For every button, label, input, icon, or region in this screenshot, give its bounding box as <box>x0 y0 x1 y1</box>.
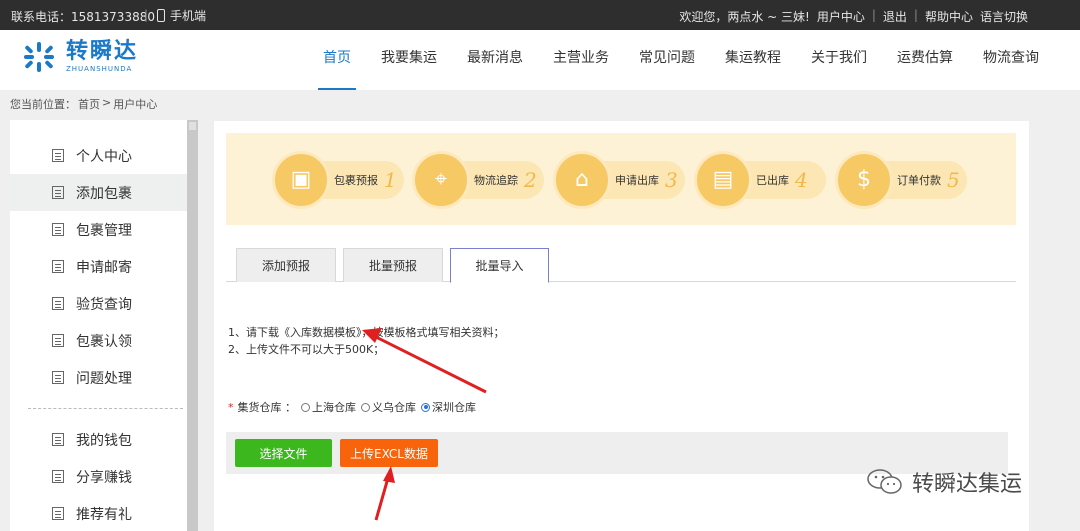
logo-mark-icon <box>22 40 56 74</box>
sidebar-item-issues[interactable]: 问题处理 <box>10 359 187 396</box>
sidebar-divider <box>28 408 183 409</box>
document-icon <box>52 371 64 384</box>
watermark-text: 转瞬达集运 <box>912 472 1023 497</box>
map-pin-icon: ⌖ <box>412 151 470 209</box>
mobile-phone-icon <box>157 9 165 22</box>
breadcrumb: 您当前位置： 首页 > 用户中心 <box>10 96 158 112</box>
help-center-link[interactable]: 帮助中心 <box>925 8 973 25</box>
main-nav: 首页 我要集运 最新消息 主营业务 常见问题 集运教程 关于我们 运费估算 物流… <box>308 30 1054 90</box>
tab-add-forecast[interactable]: 添加预报 <box>236 248 336 282</box>
tab-batch-forecast[interactable]: 批量预报 <box>343 248 443 282</box>
document-icon <box>52 334 64 347</box>
nav-consolidation[interactable]: 我要集运 <box>366 30 452 90</box>
sidebar-item-wallet[interactable]: 我的钱包 <box>10 421 187 458</box>
radio-yiwu[interactable] <box>361 402 370 412</box>
step-2: ⌖ 物流追踪 2 <box>412 151 544 209</box>
tab-batch-import[interactable]: 批量导入 <box>450 248 549 283</box>
document-icon <box>52 186 64 199</box>
radio-shenzhen[interactable] <box>421 402 430 412</box>
logo-text-en: ZHUANSHUNDA <box>66 65 133 73</box>
sidebar-item-referral[interactable]: 推荐有礼 <box>10 495 187 531</box>
step-1: ▣ 包裹预报 1 <box>272 151 404 209</box>
wechat-watermark: 转瞬达集运 <box>866 466 1022 498</box>
document-icon <box>52 297 64 310</box>
choose-file-button[interactable]: 选择文件 <box>235 439 332 467</box>
breadcrumb-current: 用户中心 <box>113 98 158 111</box>
instruction-line-1: 1、请下载《入库数据模板》，按模板格式填写相关资料； <box>228 326 505 339</box>
header: 转瞬达 ZHUANSHUNDA 首页 我要集运 最新消息 主营业务 常见问题 集… <box>0 30 1080 90</box>
step-3: ⌂ 申请出库 3 <box>553 151 685 209</box>
nav-home[interactable]: 首页 <box>308 30 366 90</box>
nav-about[interactable]: 关于我们 <box>796 30 882 90</box>
top-bar: 联系电话：15813733880 | 手机端 欢迎您，两点水 ~ 三妹! 用户中… <box>0 0 1080 30</box>
sidebar-item-profile[interactable]: 个人中心 <box>10 137 187 174</box>
warehouse-label: 集货仓库 ： <box>237 401 297 414</box>
shipped-boxes-icon: ▤ <box>694 151 752 209</box>
nav-tracking[interactable]: 物流查询 <box>968 30 1054 90</box>
warehouse-icon: ⌂ <box>553 151 611 209</box>
welcome-text: 欢迎您，两点水 ~ 三妹! <box>679 10 810 24</box>
sidebar-item-package-management[interactable]: 包裹管理 <box>10 211 187 248</box>
nav-freight-estimate[interactable]: 运费估算 <box>882 30 968 90</box>
contact-phone: 联系电话：15813733880 <box>11 10 155 24</box>
logo-text-cn: 转瞬达 <box>66 39 139 64</box>
sidebar-scrollbar[interactable] <box>187 120 198 531</box>
step-4: ▤ 已出库 4 <box>694 151 826 209</box>
template-download-link[interactable]: 《入库数据模板》 <box>279 326 362 339</box>
document-icon <box>52 507 64 520</box>
document-icon <box>52 470 64 483</box>
mobile-link[interactable]: 手机端 <box>157 7 206 24</box>
instruction-line-2: 2、上传文件不可以大于500K； <box>228 343 385 356</box>
nav-services[interactable]: 主营业务 <box>538 30 624 90</box>
document-icon <box>52 433 64 446</box>
document-icon <box>52 260 64 273</box>
step-5: $ 订单付款 5 <box>835 151 967 209</box>
nav-news[interactable]: 最新消息 <box>452 30 538 90</box>
document-icon <box>52 223 64 236</box>
money-bag-icon: $ <box>835 151 893 209</box>
breadcrumb-home[interactable]: 首页 <box>78 96 100 112</box>
language-switch-link[interactable]: 语言切换 <box>980 8 1028 25</box>
process-steps: ▣ 包裹预报 1 ⌖ 物流追踪 2 ⌂ 申请出库 3 ▤ 已出库 4 $ 订单付… <box>226 133 1016 225</box>
required-mark: * <box>228 400 234 414</box>
package-icon: ▣ <box>272 151 330 209</box>
nav-faq[interactable]: 常见问题 <box>624 30 710 90</box>
logout-link[interactable]: 退出 <box>883 8 907 25</box>
document-icon <box>52 149 64 162</box>
logo[interactable]: 转瞬达 ZHUANSHUNDA <box>22 40 138 74</box>
sidebar-item-inspection[interactable]: 验货查询 <box>10 285 187 322</box>
upload-excel-button[interactable]: 上传EXCL数据 <box>340 439 438 467</box>
warehouse-selector: * 集货仓库 ： 上海仓库 义乌仓库 深圳仓库 <box>228 400 476 415</box>
sidebar-item-claim-package[interactable]: 包裹认领 <box>10 322 187 359</box>
sidebar-item-add-package[interactable]: 添加包裹 <box>10 174 187 211</box>
sidebar: 个人中心 添加包裹 包裹管理 申请邮寄 验货查询 包裹认领 问题处理 我的钱包 … <box>10 120 198 531</box>
radio-shanghai[interactable] <box>301 402 310 412</box>
wechat-icon <box>867 469 902 494</box>
nav-tutorial[interactable]: 集运教程 <box>710 30 796 90</box>
user-center-link[interactable]: 用户中心 <box>817 8 865 25</box>
sidebar-item-share-earn[interactable]: 分享赚钱 <box>10 458 187 495</box>
sidebar-item-apply-shipping[interactable]: 申请邮寄 <box>10 248 187 285</box>
